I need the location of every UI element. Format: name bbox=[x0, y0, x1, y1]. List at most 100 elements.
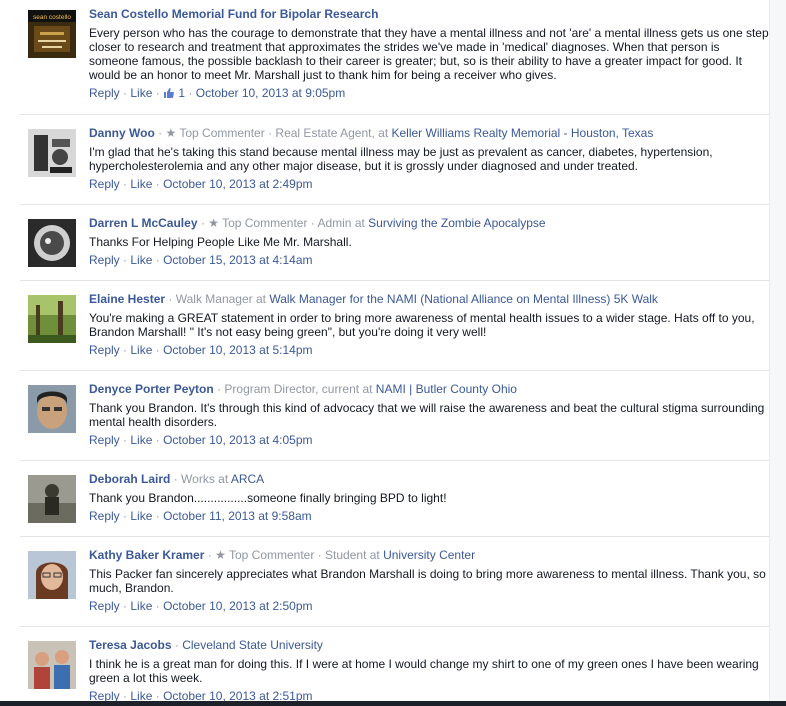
comment-content: Deborah Laird · Works at ARCA Thank you … bbox=[89, 471, 769, 524]
separator-dot: · bbox=[155, 343, 160, 357]
divider bbox=[20, 460, 770, 461]
like-link[interactable]: Like bbox=[130, 433, 152, 447]
divider bbox=[20, 114, 770, 115]
comment-content: Darren L McCauley · ★ Top Commenter · Ad… bbox=[89, 215, 769, 268]
separator-dot: · bbox=[217, 382, 222, 396]
star-icon: ★ bbox=[165, 126, 177, 140]
timestamp-link[interactable]: October 10, 2013 at 4:05pm bbox=[163, 433, 312, 447]
comment-content: Denyce Porter Peyton · Program Director,… bbox=[89, 381, 769, 448]
comment-item: Teresa Jacobs · Cleveland State Universi… bbox=[20, 637, 770, 704]
timestamp-link[interactable]: October 15, 2013 at 4:14am bbox=[163, 253, 312, 267]
avatar-image bbox=[28, 295, 76, 343]
window-bottom-edge bbox=[0, 701, 786, 706]
comment-item: Deborah Laird · Works at ARCA Thank you … bbox=[20, 471, 770, 537]
like-link[interactable]: Like bbox=[130, 343, 152, 357]
reply-link[interactable]: Reply bbox=[89, 343, 120, 357]
separator-dot: · bbox=[155, 177, 160, 191]
reply-link[interactable]: Reply bbox=[89, 433, 120, 447]
separator-dot: · bbox=[268, 126, 273, 140]
comment-item: Elaine Hester · Walk Manager at Walk Man… bbox=[20, 291, 770, 371]
author-name[interactable]: Denyce Porter Peyton bbox=[89, 382, 214, 396]
timestamp-link[interactable]: October 10, 2013 at 5:14pm bbox=[163, 343, 312, 357]
reply-link[interactable]: Reply bbox=[89, 86, 120, 100]
separator-dot: · bbox=[155, 599, 160, 613]
avatar-image bbox=[28, 129, 76, 177]
timestamp-link[interactable]: October 11, 2013 at 9:58am bbox=[163, 509, 312, 523]
avatar-caption: sean costello bbox=[33, 14, 71, 21]
reply-link[interactable]: Reply bbox=[89, 177, 120, 191]
author-name[interactable]: Sean Costello Memorial Fund for Bipolar … bbox=[89, 7, 378, 21]
comment-text: Thank you Brandon................someone… bbox=[89, 491, 447, 505]
comment-text: I'm glad that he's taking this stand bec… bbox=[89, 145, 713, 173]
like-count-value: 1 bbox=[178, 86, 186, 100]
avatar[interactable] bbox=[28, 475, 76, 523]
comment-content: Sean Costello Memorial Fund for Bipolar … bbox=[89, 6, 769, 103]
like-link[interactable]: Like bbox=[130, 509, 152, 523]
author-meta-link[interactable]: Keller Williams Realty Memorial - Housto… bbox=[392, 126, 654, 140]
top-commenter-label: Top Commenter bbox=[222, 216, 308, 230]
comment-actions: Reply · Like · October 11, 2013 at 9:58a… bbox=[89, 508, 769, 524]
author-meta-link[interactable]: Walk Manager for the NAMI (National Alli… bbox=[269, 292, 658, 306]
avatar[interactable] bbox=[28, 551, 76, 599]
separator-dot: · bbox=[310, 216, 315, 230]
author-meta-link[interactable]: Surviving the Zombie Apocalypse bbox=[368, 216, 545, 230]
comment-header: Darren L McCauley · ★ Top Commenter · Ad… bbox=[89, 215, 769, 231]
separator-dot: · bbox=[123, 177, 128, 191]
timestamp-link[interactable]: October 10, 2013 at 2:50pm bbox=[163, 599, 312, 613]
timestamp-link[interactable]: October 10, 2013 at 2:49pm bbox=[163, 177, 312, 191]
avatar[interactable] bbox=[28, 219, 76, 267]
divider bbox=[20, 626, 770, 627]
comment-item: Kathy Baker Kramer · ★ Top Commenter · S… bbox=[20, 547, 770, 627]
author-name[interactable]: Teresa Jacobs bbox=[89, 638, 172, 652]
avatar-image bbox=[28, 219, 76, 267]
separator-dot: · bbox=[155, 509, 160, 523]
avatar-image: sean costello bbox=[28, 10, 76, 58]
scrollbar[interactable] bbox=[769, 0, 786, 706]
divider bbox=[20, 204, 770, 205]
separator-dot: · bbox=[123, 509, 128, 523]
separator-dot: · bbox=[123, 86, 128, 100]
author-meta-link[interactable]: NAMI | Butler County Ohio bbox=[376, 382, 517, 396]
author-meta: Program Director, current at bbox=[224, 382, 376, 396]
avatar[interactable] bbox=[28, 641, 76, 689]
avatar[interactable]: sean costello bbox=[28, 10, 76, 58]
comment-content: Kathy Baker Kramer · ★ Top Commenter · S… bbox=[89, 547, 769, 614]
author-name[interactable]: Darren L McCauley bbox=[89, 216, 198, 230]
comment-text: Thank you Brandon. It's through this kin… bbox=[89, 401, 765, 429]
like-link[interactable]: Like bbox=[130, 253, 152, 267]
reply-link[interactable]: Reply bbox=[89, 599, 120, 613]
author-meta-link[interactable]: Cleveland State University bbox=[182, 638, 323, 652]
divider bbox=[20, 280, 770, 281]
author-meta-link[interactable]: ARCA bbox=[231, 472, 264, 486]
comment-content: Teresa Jacobs · Cleveland State Universi… bbox=[89, 637, 769, 704]
avatar[interactable] bbox=[28, 385, 76, 433]
comment-header: Danny Woo · ★ Top Commenter · Real Estat… bbox=[89, 125, 769, 141]
comment-actions: Reply · Like · October 10, 2013 at 4:05p… bbox=[89, 432, 769, 448]
like-count[interactable]: 1 bbox=[163, 86, 188, 100]
author-meta-link[interactable]: University Center bbox=[383, 548, 475, 562]
separator-dot: · bbox=[173, 472, 178, 486]
avatar[interactable] bbox=[28, 295, 76, 343]
comment-header: Sean Costello Memorial Fund for Bipolar … bbox=[89, 6, 769, 22]
separator-dot: · bbox=[123, 343, 128, 357]
like-link[interactable]: Like bbox=[130, 177, 152, 191]
like-link[interactable]: Like bbox=[130, 599, 152, 613]
like-link[interactable]: Like bbox=[130, 86, 152, 100]
timestamp-link[interactable]: October 10, 2013 at 9:05pm bbox=[196, 86, 345, 100]
author-name[interactable]: Deborah Laird bbox=[89, 472, 170, 486]
comment-header: Kathy Baker Kramer · ★ Top Commenter · S… bbox=[89, 547, 769, 563]
comment-text: I think he is a great man for doing this… bbox=[89, 657, 759, 685]
author-meta: Admin at bbox=[317, 216, 369, 230]
avatar-image bbox=[28, 551, 76, 599]
star-icon: ★ bbox=[215, 548, 226, 562]
avatar[interactable] bbox=[28, 129, 76, 177]
comment-item: sean costello Sean Costello Memorial Fun… bbox=[20, 6, 770, 110]
author-name[interactable]: Elaine Hester bbox=[89, 292, 165, 306]
author-name[interactable]: Danny Woo bbox=[89, 126, 155, 140]
separator-dot: · bbox=[207, 548, 212, 562]
reply-link[interactable]: Reply bbox=[89, 253, 120, 267]
star-icon: ★ bbox=[208, 216, 219, 230]
author-name[interactable]: Kathy Baker Kramer bbox=[89, 548, 204, 562]
reply-link[interactable]: Reply bbox=[89, 509, 120, 523]
separator-dot: · bbox=[168, 292, 173, 306]
